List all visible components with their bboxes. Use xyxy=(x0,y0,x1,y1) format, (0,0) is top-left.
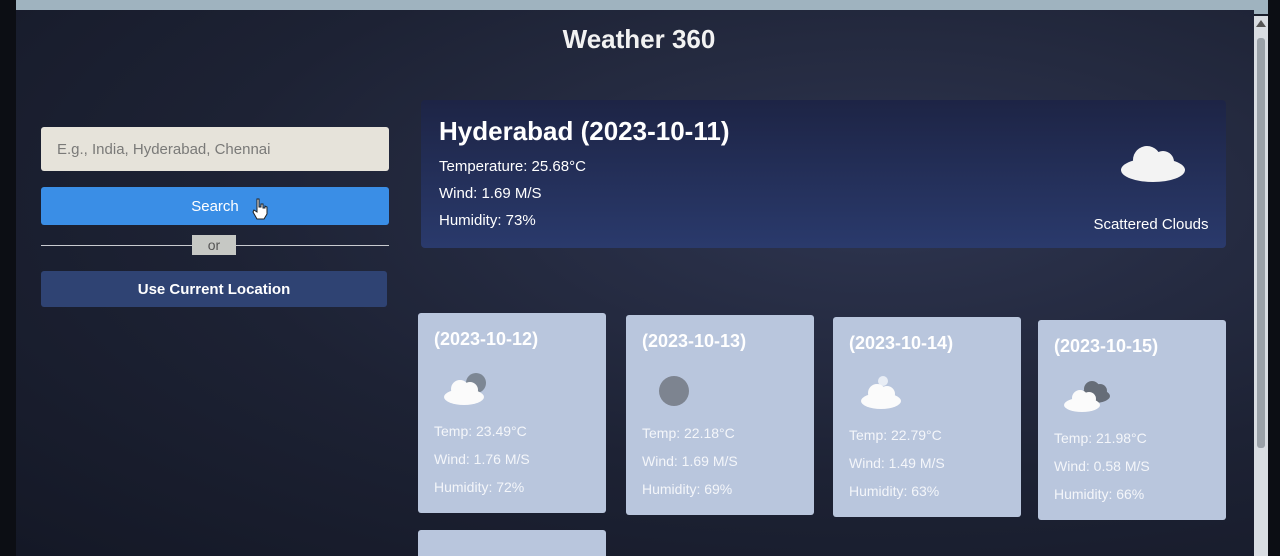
current-wind: Wind: 1.69 M/S xyxy=(439,185,542,202)
monitor-bezel-right xyxy=(1268,0,1280,556)
current-humidity: Humidity: 73% xyxy=(439,212,536,229)
hand-cursor-icon xyxy=(252,198,268,220)
forecast-temp: Temp: 22.18°C xyxy=(642,425,735,441)
forecast-card: (2023-10-14) Temp: 22.79°C Wind: 1.49 M/… xyxy=(833,317,1021,517)
overcast-icon xyxy=(659,376,689,406)
forecast-date: (2023-10-14) xyxy=(849,333,954,353)
forecast-card: (2023-10-13) Temp: 22.18°C Wind: 1.69 M/… xyxy=(626,315,814,515)
forecast-card-partial xyxy=(418,530,606,556)
forecast-humidity: Humidity: 69% xyxy=(642,481,733,497)
search-button[interactable]: Search xyxy=(41,187,389,225)
forecast-wind: Wind: 1.69 M/S xyxy=(642,453,738,469)
current-city-title: Hyderabad (2023-10-11) xyxy=(439,116,730,146)
forecast-wind: Wind: 1.76 M/S xyxy=(434,451,530,467)
few-clouds-icon xyxy=(861,376,901,409)
city-search-input[interactable] xyxy=(41,127,389,171)
current-temperature: Temperature: 25.68°C xyxy=(439,158,586,175)
forecast-date: (2023-10-13) xyxy=(642,331,747,351)
partly-cloudy-icon xyxy=(444,373,486,405)
forecast-humidity: Humidity: 72% xyxy=(434,479,525,495)
app-screen: Weather 360 Search or Use Current Locati… xyxy=(16,10,1254,556)
current-weather-description: Scattered Clouds xyxy=(1093,216,1209,233)
broken-clouds-icon xyxy=(1064,381,1110,412)
use-current-location-button[interactable]: Use Current Location xyxy=(41,271,387,307)
scattered-clouds-icon xyxy=(1121,146,1185,182)
scroll-up-arrow-icon[interactable] xyxy=(1256,20,1266,27)
scrollbar-thumb[interactable] xyxy=(1257,38,1265,448)
current-weather-card: Hyderabad (2023-10-11) Temperature: 25.6… xyxy=(421,100,1226,248)
forecast-wind: Wind: 1.49 M/S xyxy=(849,455,945,471)
app-title: Weather 360 xyxy=(562,24,716,54)
forecast-date: (2023-10-15) xyxy=(1054,336,1159,356)
forecast-wind: Wind: 0.58 M/S xyxy=(1054,458,1150,474)
forecast-card: (2023-10-15) Temp: 21.98°C Wind: 0.58 M/… xyxy=(1038,320,1226,520)
page-scrollbar[interactable] xyxy=(1254,16,1268,556)
forecast-humidity: Humidity: 63% xyxy=(849,483,940,499)
forecast-date: (2023-10-12) xyxy=(434,329,539,349)
or-divider-label: or xyxy=(192,235,236,255)
forecast-temp: Temp: 23.49°C xyxy=(434,423,527,439)
forecast-humidity: Humidity: 66% xyxy=(1054,486,1145,502)
forecast-temp: Temp: 22.79°C xyxy=(849,427,942,443)
monitor-bezel-left xyxy=(0,0,16,556)
forecast-temp: Temp: 21.98°C xyxy=(1054,430,1147,446)
forecast-card: (2023-10-12) Temp: 23.49°C Wind: 1.76 M/… xyxy=(418,313,606,513)
